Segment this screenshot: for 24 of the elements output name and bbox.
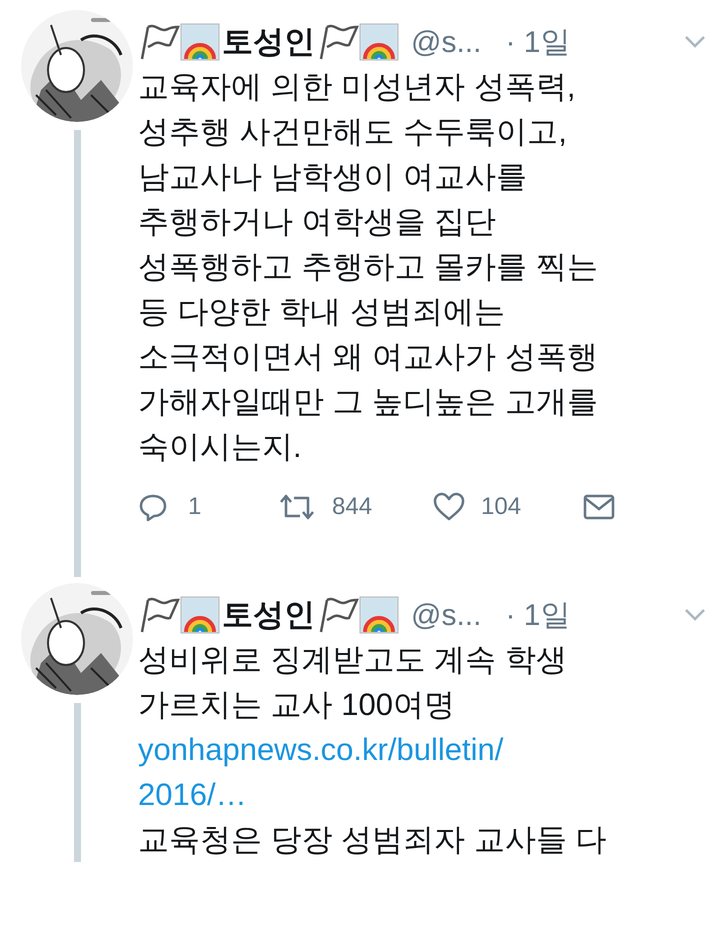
tweet-time: · 1일 [505,24,570,60]
user-handle: @s... [411,598,482,634]
tweet-text: 교육청은 당장 성범죄자 교사들 다 [138,821,608,859]
reply-icon[interactable] [138,492,168,522]
heart-icon[interactable] [433,492,465,522]
flag-icon [138,23,180,61]
rainbow-icon [359,596,399,634]
mail-icon[interactable] [583,493,615,521]
user-handle: @s... [411,24,482,60]
retweet-icon[interactable] [278,492,316,522]
tweet-text: 성비위로 징계받고도 계속 학생 가르치는 교사 100여명 [138,641,568,724]
rainbow-icon [359,23,399,61]
flag-icon [317,596,359,634]
reply-count: 1 [188,492,202,522]
flag-icon [138,596,180,634]
display-name[interactable]: 토성인 [222,18,315,66]
retweet-count: 844 [332,492,372,522]
rainbow-icon [180,23,220,61]
like-count: 104 [481,492,522,522]
tweet-time: · 1일 [505,598,570,634]
display-name[interactable]: 토성인 [222,592,315,638]
rainbow-icon [180,596,220,634]
flag-icon [317,23,359,61]
tweet-text: 교육자에 의한 미성년자 성폭력, 성추행 사건만해도 수두룩이고, 남교사나 남학생이 여교사를 추행하거나 여학생을 집단 성폭행하고 추행하고 몰카를 찍는 등 다양한 학내 성범죄에는 소극적이면서 왜 여교사가 성폭행 가해자일때만 그 높디높은 고개를 숙이시는지. [138,68,599,466]
